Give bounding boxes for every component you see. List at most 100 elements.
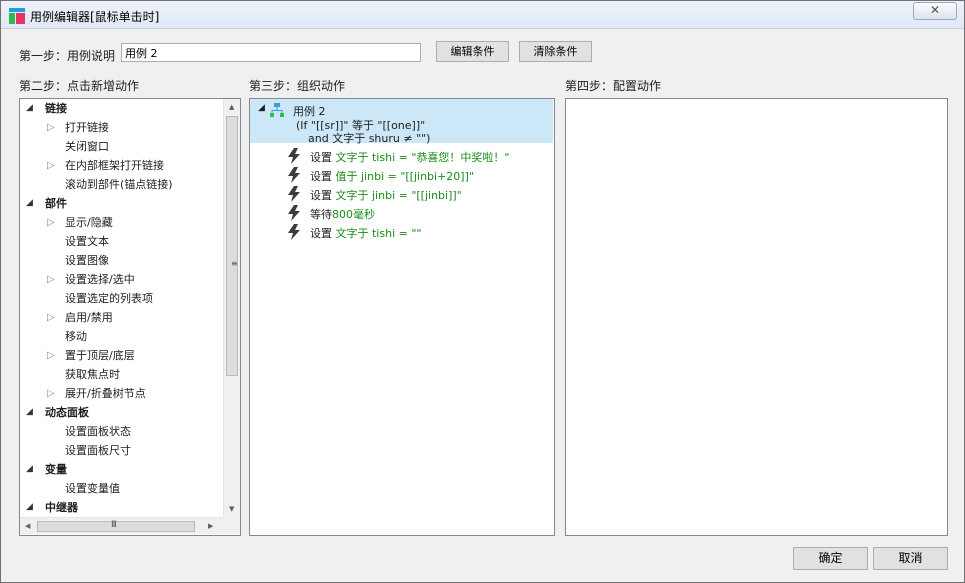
collapse-arrow-icon[interactable]: ▷: [47, 346, 55, 365]
tree-item[interactable]: 设置面板尺寸: [20, 441, 223, 460]
close-icon: ✕: [929, 3, 941, 17]
tree-item-label: 设置图像: [65, 254, 109, 267]
tree-item-label: 设置变量值: [65, 482, 120, 495]
tree-item[interactable]: 设置变量值: [20, 479, 223, 498]
scroll-left-icon[interactable]: ◀: [25, 522, 30, 530]
tree-item[interactable]: 设置面板状态: [20, 422, 223, 441]
tree-item[interactable]: ▷ 显示/隐藏: [20, 213, 223, 232]
action-verb: 等待: [310, 208, 332, 221]
case-description-input[interactable]: [121, 43, 421, 62]
tree-item[interactable]: 设置文本: [20, 232, 223, 251]
step4-label: 第四步：配置动作: [565, 79, 662, 93]
tree-item-label: 获取焦点时: [65, 368, 120, 381]
tree-item-label: 显示/隐藏: [65, 216, 113, 229]
tree-item[interactable]: 滚动到部件(锚点链接): [20, 175, 223, 194]
tree-item-label: 部件: [45, 197, 67, 210]
tree-category[interactable]: ◢ 链接: [20, 99, 223, 118]
tree-item-label: 设置文本: [65, 235, 109, 248]
tree-category[interactable]: ◢ 部件: [20, 194, 223, 213]
tree-item-label: 链接: [45, 102, 67, 115]
scroll-down-icon[interactable]: ▼: [229, 505, 234, 513]
case-expander-icon[interactable]: ◢: [258, 103, 265, 113]
step3-label: 第三步：组织动作: [249, 79, 346, 93]
tree-item-label: 启用/禁用: [65, 311, 113, 324]
tree-item[interactable]: ▷ 启用/禁用: [20, 308, 223, 327]
lightning-icon: [288, 224, 300, 240]
action-verb: 设置: [310, 151, 332, 164]
expand-icon[interactable]: ◢: [26, 498, 33, 517]
tree-horizontal-scrollbar[interactable]: ◀ III ▶: [20, 517, 223, 534]
tree-category[interactable]: ◢ 变量: [20, 460, 223, 479]
tree-item-label: 在内部框架打开链接: [65, 159, 164, 172]
action-label: 设置 文字于 jinbi = "[[jinbi]]": [310, 187, 462, 203]
tree-item[interactable]: 获取焦点时: [20, 365, 223, 384]
action-tree-panel[interactable]: ◢ 链接 ▷ 打开链接关闭窗口 ▷ 在内部框架打开链接 滚动到部件(锚点链接) ◢ 部件 ▷ 显示/…: [19, 98, 241, 536]
tree-item[interactable]: 设置图像: [20, 251, 223, 270]
collapse-arrow-icon[interactable]: ▷: [47, 118, 55, 137]
action-detail: 文字于 jinbi = "[[jinbi]]": [335, 189, 462, 202]
expand-icon[interactable]: ◢: [26, 99, 33, 118]
configure-action-panel[interactable]: [565, 98, 948, 536]
lightning-icon: [288, 205, 300, 221]
cancel-button[interactable]: 取消: [873, 547, 948, 570]
action-label: 设置 值于 jinbi = "[[jinbi+20]]": [310, 168, 474, 184]
collapse-arrow-icon[interactable]: ▷: [47, 213, 55, 232]
action-label: 设置 文字于 tishi = "": [310, 225, 421, 241]
close-button[interactable]: ✕: [913, 2, 957, 20]
collapse-arrow-icon[interactable]: ▷: [47, 156, 55, 175]
tree-item-label: 设置选择/选中: [65, 273, 135, 286]
tree-item-label: 展开/折叠树节点: [65, 387, 146, 400]
tree-item-label: 变量: [45, 463, 67, 476]
tree-item-label: 动态面板: [45, 406, 89, 419]
use-case-editor-window: 用例编辑器[鼠标单击时] ✕ 第一步：用例说明 编辑条件 清除条件 第二步：点击…: [0, 0, 965, 583]
expand-icon[interactable]: ◢: [26, 460, 33, 479]
tree-item-label: 设置面板尺寸: [65, 444, 131, 457]
tree-item[interactable]: 设置选定的列表项: [20, 289, 223, 308]
scroll-up-icon[interactable]: ▲: [229, 103, 234, 111]
tree-category[interactable]: ◢ 中继器: [20, 498, 223, 517]
tree-item[interactable]: ▷ 设置选择/选中: [20, 270, 223, 289]
case-condition-line2: and 文字于 shuru ≠ ""): [308, 132, 431, 145]
expand-icon[interactable]: ◢: [26, 403, 33, 422]
tree-item[interactable]: ▷ 展开/折叠树节点: [20, 384, 223, 403]
tree-item[interactable]: 关闭窗口: [20, 137, 223, 156]
lightning-icon: [288, 167, 300, 183]
tree-item-label: 设置面板状态: [65, 425, 131, 438]
action-verb: 设置: [310, 170, 332, 183]
edit-condition-button[interactable]: 编辑条件: [436, 41, 509, 62]
collapse-arrow-icon[interactable]: ▷: [47, 384, 55, 403]
tree-item[interactable]: ▷ 置于顶层/底层: [20, 346, 223, 365]
case-tree-icon: [270, 103, 284, 117]
tree-category[interactable]: ◢ 动态面板: [20, 403, 223, 422]
title-bar[interactable]: 用例编辑器[鼠标单击时] ✕: [1, 1, 964, 29]
step1-label: 第一步：用例说明: [19, 49, 116, 63]
tree-item-label: 中继器: [45, 501, 78, 514]
expand-icon[interactable]: ◢: [26, 194, 33, 213]
tree-item[interactable]: ▷ 打开链接: [20, 118, 223, 137]
tree-item-label: 设置选定的列表项: [65, 292, 153, 305]
tree-item-label: 移动: [65, 330, 87, 343]
collapse-arrow-icon[interactable]: ▷: [47, 270, 55, 289]
tree-item-label: 打开链接: [65, 121, 109, 134]
tree-item-label: 置于顶层/底层: [65, 349, 135, 362]
tree-horizontal-scroll-thumb[interactable]: III: [37, 520, 195, 532]
collapse-arrow-icon[interactable]: ▷: [47, 308, 55, 327]
tree-item[interactable]: 移动: [20, 327, 223, 346]
tree-item[interactable]: ▷ 在内部框架打开链接: [20, 156, 223, 175]
tree-vertical-scrollbar[interactable]: ▲ ≡ ▼: [223, 99, 240, 517]
tree-vertical-scroll-thumb[interactable]: ≡: [226, 116, 238, 376]
action-label: 等待800毫秒: [310, 206, 375, 222]
scroll-right-icon[interactable]: ▶: [208, 522, 213, 530]
tree-item-label: 关闭窗口: [65, 140, 109, 153]
clear-condition-button[interactable]: 清除条件: [519, 41, 592, 62]
organize-actions-panel[interactable]: ◢ 用例 2 (If "[[sr]]" 等于 "[[one]]" and 文字于…: [249, 98, 555, 536]
action-tree[interactable]: ◢ 链接 ▷ 打开链接关闭窗口 ▷ 在内部框架打开链接 滚动到部件(锚点链接) ◢ 部件 ▷ 显示/…: [20, 99, 223, 517]
action-verb: 设置: [310, 189, 332, 202]
tree-item-label: 滚动到部件(锚点链接): [65, 178, 173, 191]
action-detail: 文字于 tishi = "": [335, 227, 422, 240]
ok-button[interactable]: 确定: [793, 547, 868, 570]
lightning-icon: [288, 186, 300, 202]
grip-icon: ≡: [231, 259, 238, 268]
action-detail: 800毫秒: [332, 208, 375, 221]
case-item[interactable]: ◢ 用例 2 (If "[[sr]]" 等于 "[[one]]" and 文字于…: [250, 99, 553, 145]
